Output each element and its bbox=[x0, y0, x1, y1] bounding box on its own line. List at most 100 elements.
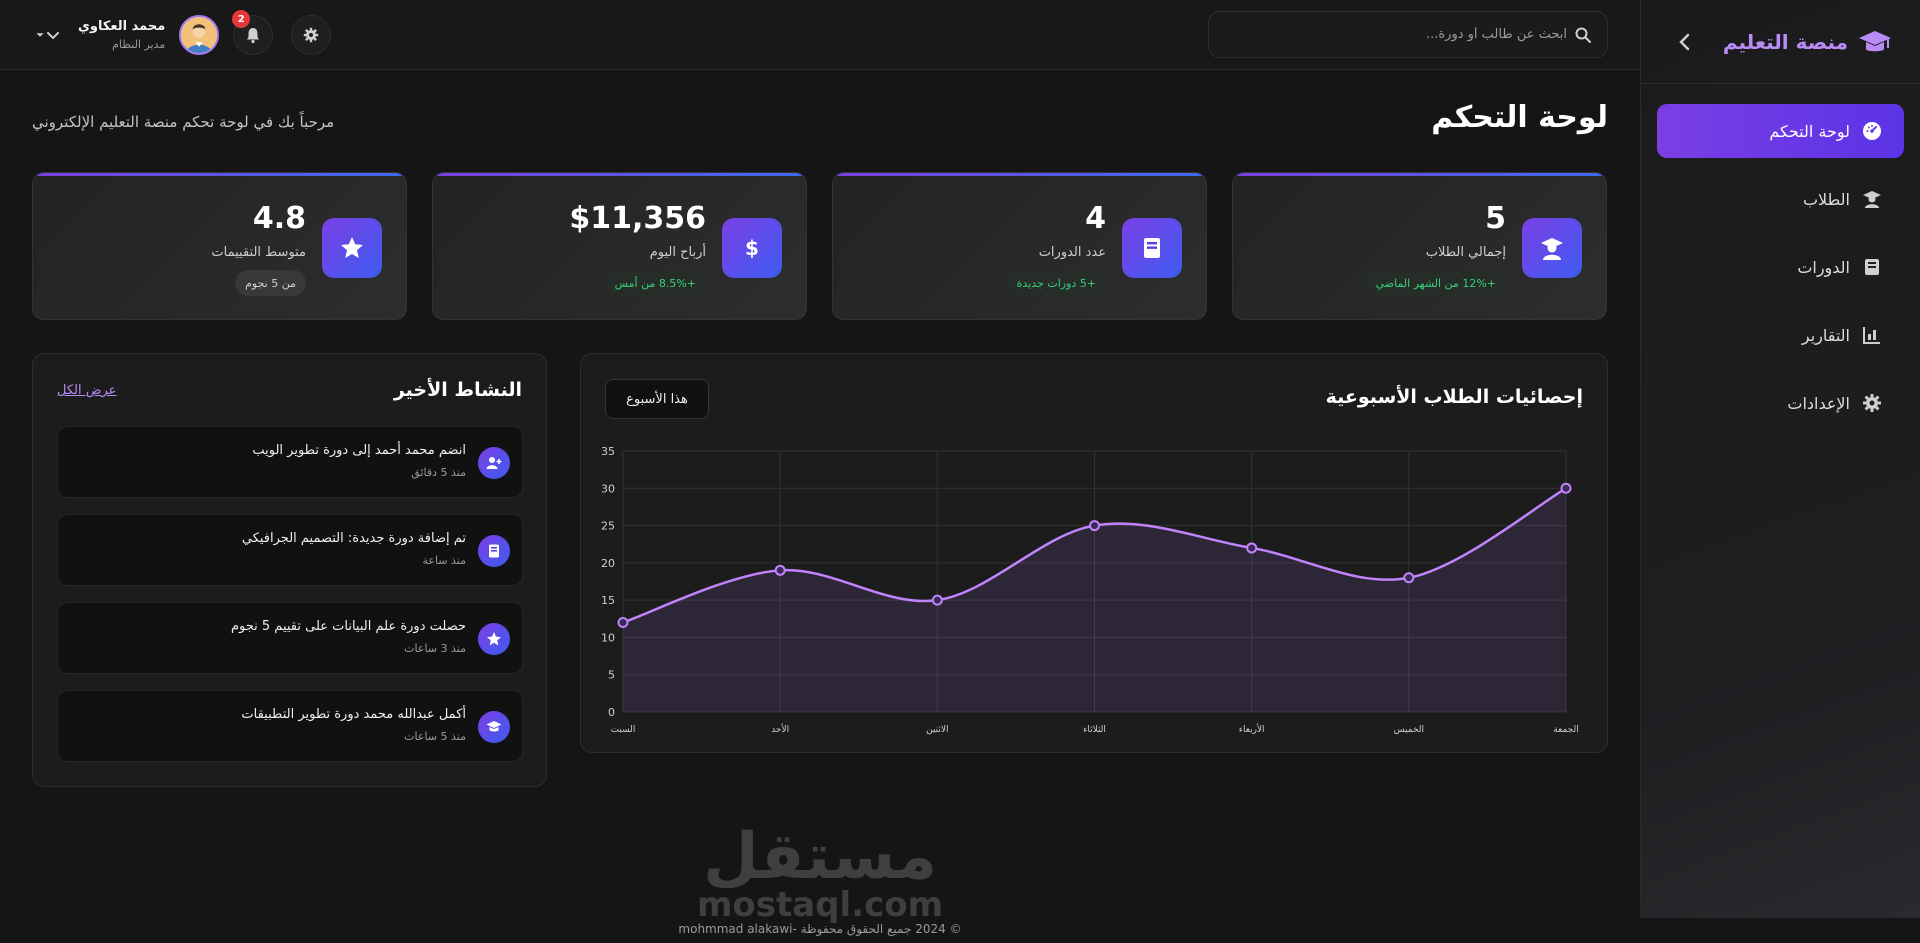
data-point bbox=[931, 594, 943, 606]
topbar: محمد العكاوي مدير النظام 2 bbox=[0, 0, 1640, 70]
data-point bbox=[1089, 520, 1100, 532]
stat-label: متوسط التقييمات bbox=[211, 245, 306, 260]
x-tick-label: الأحد bbox=[771, 723, 789, 735]
watermark: مستقل mostaql.com bbox=[0, 820, 1640, 925]
stat-label: إجمالي الطلاب bbox=[1425, 245, 1506, 260]
sidebar-item-students[interactable]: الطلاب bbox=[1657, 172, 1904, 226]
stat-value: $11,356 bbox=[569, 201, 706, 236]
activity-text: تم إضافة دورة جديدة: التصميم الجرافيكي bbox=[241, 531, 466, 546]
bell-icon bbox=[247, 28, 260, 44]
sidebar-item-label: الدورات bbox=[1797, 257, 1850, 277]
watermark-url: mostaql.com bbox=[696, 885, 944, 925]
user-plus-icon bbox=[478, 447, 510, 479]
avatar[interactable] bbox=[179, 15, 220, 55]
stat-value: 5 bbox=[1485, 201, 1506, 236]
y-tick-label: 25 bbox=[601, 520, 615, 533]
stat-value: 4.8 bbox=[252, 201, 306, 236]
graduation-cap-icon bbox=[478, 711, 510, 743]
data-point bbox=[1403, 572, 1415, 584]
chevron-left-icon bbox=[1679, 33, 1690, 50]
activity-text: انضم محمد أحمد إلى دورة تطوير الويب bbox=[252, 443, 466, 458]
gauge-icon bbox=[1863, 122, 1881, 140]
activity-time: منذ 5 دقائق bbox=[411, 466, 466, 479]
notifications-button[interactable]: 2 bbox=[232, 10, 274, 55]
data-point bbox=[1560, 482, 1572, 494]
stat-card-students: 5 إجمالي الطلاب +12% من الشهر الماضي bbox=[1232, 172, 1607, 320]
graduate-icon bbox=[1522, 218, 1582, 278]
x-tick-label: الخميس bbox=[1394, 725, 1424, 735]
stat-label: أرباح اليوم bbox=[649, 245, 706, 260]
data-point bbox=[1246, 542, 1258, 554]
sidebar-item-settings[interactable]: الإعدادات bbox=[1657, 376, 1904, 430]
graduation-cap-icon bbox=[1858, 27, 1892, 57]
dollar-icon: $ bbox=[722, 218, 782, 278]
search-icon[interactable] bbox=[1575, 27, 1591, 43]
y-tick-label: 5 bbox=[608, 669, 615, 682]
y-tick-label: 0 bbox=[608, 706, 615, 719]
collapse-sidebar-button[interactable] bbox=[1671, 28, 1699, 56]
sidebar-item-reports[interactable]: التقارير bbox=[1657, 308, 1904, 362]
activity-item[interactable]: تم إضافة دورة جديدة: التصميم الجرافيكي م… bbox=[57, 514, 523, 586]
weekly-stats-panel: 0 5 10 15 20 25 30 35 السبت الأحد الاثنين الثلاثاء ا… bbox=[580, 353, 1608, 753]
weekly-students-chart: 0 5 10 15 20 25 30 35 السبت الأحد الاثنين الثلاثاء ا… bbox=[601, 445, 1579, 735]
user-role: مدير النظام bbox=[112, 38, 166, 51]
see-all-link[interactable]: عرض الكل bbox=[57, 383, 116, 398]
y-tick-label: 20 bbox=[601, 557, 615, 570]
y-tick-label: 30 bbox=[601, 482, 615, 495]
brand[interactable]: منصة التعليم bbox=[1723, 27, 1892, 57]
user-menu-toggle[interactable] bbox=[36, 23, 64, 47]
page-subtitle: مرحباً بك في لوحة تحكم منصة التعليم الإل… bbox=[32, 113, 335, 131]
sidebar-item-label: الإعدادات bbox=[1787, 393, 1850, 413]
watermark-arabic: مستقل bbox=[702, 820, 938, 894]
chart-title: إحصائيات الطلاب الأسبوعية bbox=[1325, 386, 1583, 408]
stat-trend-badge: +8.5% من أمس bbox=[604, 270, 706, 296]
caret-down-icon bbox=[36, 33, 44, 37]
chart-icon bbox=[1863, 327, 1880, 344]
sidebar-nav: لوحة التحكم الطلاب الدورات التقارير الإع… bbox=[1641, 84, 1920, 450]
data-point bbox=[617, 617, 629, 629]
activity-title: النشاط الأخير bbox=[393, 379, 522, 401]
activity-time: منذ 5 ساعات bbox=[404, 730, 466, 743]
stat-trend-badge: +12% من الشهر الماضي bbox=[1365, 270, 1506, 296]
activity-item[interactable]: حصلت دورة علم البيانات على تقييم 5 نجوم … bbox=[57, 602, 523, 674]
gear-icon bbox=[1863, 394, 1881, 412]
settings-button[interactable] bbox=[291, 15, 332, 55]
activity-item[interactable]: انضم محمد أحمد إلى دورة تطوير الويب منذ … bbox=[57, 426, 523, 498]
sidebar-item-label: الطلاب bbox=[1802, 189, 1850, 209]
recent-activity-panel: النشاط الأخير عرض الكل انضم محمد أحمد إل… bbox=[32, 353, 547, 787]
stat-label: عدد الدورات bbox=[1038, 245, 1106, 260]
page-title: لوحة التحكم bbox=[1431, 100, 1608, 135]
stat-trend-badge: +5 دورات جديدة bbox=[1006, 270, 1106, 296]
copyright-text: © 2024 جميع الحقوق محفوظة -mohmmad alaka… bbox=[678, 922, 962, 936]
stat-card-earnings: $ $11,356 أرباح اليوم +8.5% من أمس bbox=[432, 172, 807, 320]
y-tick-label: 15 bbox=[601, 594, 615, 607]
sidebar-header: منصة التعليم bbox=[1641, 0, 1920, 84]
search-input[interactable] bbox=[1225, 27, 1575, 42]
star-icon bbox=[478, 623, 510, 655]
x-tick-label: الأربعاء bbox=[1239, 723, 1265, 735]
book-icon bbox=[1865, 259, 1879, 275]
activity-time: منذ 3 ساعات bbox=[404, 642, 466, 655]
activity-text: حصلت دورة علم البيانات على تقييم 5 نجوم bbox=[230, 619, 466, 634]
stat-card-rating: 4.8 متوسط التقييمات من 5 نجوم bbox=[32, 172, 407, 320]
sidebar-item-dashboard[interactable]: لوحة التحكم bbox=[1657, 104, 1904, 158]
data-point bbox=[774, 564, 786, 576]
brand-title: منصة التعليم bbox=[1722, 29, 1848, 54]
y-tick-label: 35 bbox=[601, 445, 615, 458]
svg-text:$: $ bbox=[745, 236, 759, 260]
user-area: محمد العكاوي مدير النظام 2 bbox=[36, 10, 332, 60]
activity-item[interactable]: أكمل عبدالله محمد دورة تطوير التطبيقات م… bbox=[57, 690, 523, 762]
student-icon bbox=[1863, 191, 1881, 208]
user-name: محمد العكاوي bbox=[78, 19, 166, 34]
sidebar-item-courses[interactable]: الدورات bbox=[1657, 240, 1904, 294]
period-select-button[interactable]: هذا الأسبوع bbox=[605, 379, 709, 419]
stat-value: 4 bbox=[1085, 201, 1106, 236]
x-tick-label: الثلاثاء bbox=[1083, 725, 1106, 735]
y-tick-label: 10 bbox=[601, 631, 615, 644]
x-tick-label: السبت bbox=[611, 725, 636, 735]
x-tick-label: الاثنين bbox=[926, 725, 948, 735]
search-box bbox=[1208, 11, 1608, 58]
book-icon bbox=[1122, 218, 1182, 278]
book-icon bbox=[478, 535, 510, 567]
user-info: محمد العكاوي مدير النظام bbox=[78, 19, 165, 51]
